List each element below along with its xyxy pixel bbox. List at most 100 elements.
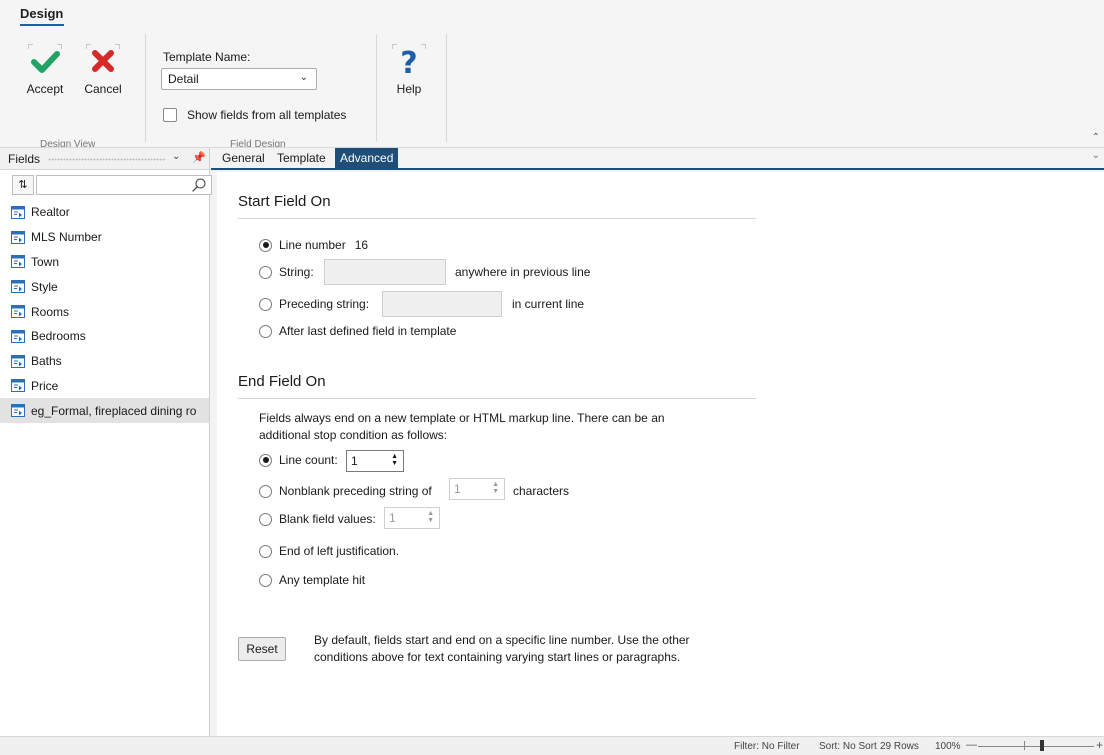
accept-button[interactable]: Accept xyxy=(22,44,68,96)
cancel-label: Cancel xyxy=(84,82,122,96)
line-number-label: Line number xyxy=(279,238,346,252)
start-string-input[interactable] xyxy=(324,259,446,285)
end-field-title: End Field On xyxy=(238,373,326,390)
preceding-suffix: in current line xyxy=(512,297,584,311)
nonblank-stepper[interactable]: 1 ▲ ▼ xyxy=(449,478,505,500)
field-list-item-label: Town xyxy=(31,254,60,269)
field-icon xyxy=(11,404,25,418)
fields-search-input[interactable] xyxy=(37,176,187,194)
show-fields-checkbox[interactable] xyxy=(163,108,177,122)
line-count-label: Line count: xyxy=(279,453,338,467)
zoom-slider[interactable] xyxy=(978,746,1094,747)
sort-fields-button[interactable]: ⇅ xyxy=(12,175,34,195)
field-icon xyxy=(11,305,25,319)
field-list-item[interactable]: Rooms xyxy=(0,299,209,324)
end-blank-option[interactable]: Blank field values: xyxy=(259,512,376,526)
show-fields-label: Show fields from all templates xyxy=(187,108,347,122)
accept-label: Accept xyxy=(26,82,64,96)
template-name-select[interactable]: Detail ⌄ xyxy=(161,68,317,90)
section-divider xyxy=(238,218,756,219)
end-nonblank-option[interactable]: Nonblank preceding string of xyxy=(259,484,432,498)
any-template-label: Any template hit xyxy=(279,573,366,587)
radio-after-last[interactable] xyxy=(259,324,272,338)
radio-preceding-string[interactable] xyxy=(259,297,272,311)
fields-pane-header: Fields ⌄ 📌 xyxy=(0,148,209,170)
reset-hint: By default, fields start and end on a sp… xyxy=(314,632,734,666)
checkmark-icon xyxy=(28,44,62,78)
ribbon-group-separator xyxy=(446,34,447,142)
string-suffix-text: anywhere in previous line xyxy=(455,265,591,279)
end-field-note-line1: Fields always end on a new template or H… xyxy=(259,411,665,425)
ribbon-group-separator xyxy=(376,34,377,142)
zoom-out-icon[interactable]: — xyxy=(966,739,977,751)
start-after-last-option[interactable]: After last defined field in template xyxy=(259,324,456,338)
search-icon[interactable] xyxy=(191,177,207,193)
fields-search-box[interactable] xyxy=(36,175,212,195)
field-list-item[interactable]: Style xyxy=(0,274,209,299)
field-list-item[interactable]: Town xyxy=(0,250,209,275)
chevron-down-icon: ⌄ xyxy=(299,72,308,83)
start-string-option[interactable]: String: xyxy=(259,265,314,279)
field-icon xyxy=(11,205,25,219)
radio-line-count[interactable] xyxy=(259,453,272,467)
fields-pane: Fields ⌄ 📌 ⇅ Realtor MLS Number Town Style R… xyxy=(0,148,212,736)
tab-template[interactable]: Template xyxy=(277,151,326,165)
field-list-item-label: Realtor xyxy=(31,205,70,220)
nonblank-suffix: characters xyxy=(513,484,569,498)
status-zoom: 100% xyxy=(935,741,961,752)
radio-any-template[interactable] xyxy=(259,573,272,587)
cancel-button[interactable]: Cancel xyxy=(80,44,126,96)
start-preceding-option[interactable]: Preceding string: xyxy=(259,297,369,311)
stepper-arrows-icon[interactable]: ▲ ▼ xyxy=(391,453,398,467)
end-line-count-option[interactable]: Line count: xyxy=(259,453,338,467)
end-any-template-option[interactable]: Any template hit xyxy=(259,573,365,587)
field-list-item[interactable]: Bedrooms xyxy=(0,324,209,349)
radio-left-justification[interactable] xyxy=(259,544,272,558)
radio-line-number[interactable] xyxy=(259,238,272,252)
ribbon-group-label-design-view: Design View xyxy=(40,139,96,147)
field-list-item[interactable]: Realtor xyxy=(0,200,209,225)
zoom-in-icon[interactable]: + xyxy=(1096,738,1103,752)
reset-button[interactable]: Reset xyxy=(238,637,286,661)
end-left-justification-option[interactable]: End of left justification. xyxy=(259,544,399,558)
field-icon xyxy=(11,230,25,244)
zoom-slider-thumb[interactable] xyxy=(1040,740,1044,751)
radio-blank-values[interactable] xyxy=(259,512,272,526)
start-line-number-option[interactable]: Line number 16 xyxy=(259,238,368,252)
field-list-item[interactable]: Price xyxy=(0,374,209,399)
field-list-item-label: MLS Number xyxy=(31,230,102,245)
pin-icon[interactable]: 📌 xyxy=(192,151,206,164)
stepper-arrows-icon[interactable]: ▲ ▼ xyxy=(427,510,434,524)
field-list: Realtor MLS Number Town Style Rooms Bedrooms B… xyxy=(0,200,209,424)
help-button[interactable]: ? Help xyxy=(388,44,430,96)
tab-general[interactable]: General xyxy=(222,151,265,165)
line-number-value: 16 xyxy=(354,238,369,252)
show-fields-checkbox-row[interactable]: Show fields from all templates xyxy=(163,108,346,122)
reset-hint-line1: By default, fields start and end on a sp… xyxy=(314,633,690,647)
line-count-stepper[interactable]: 1 ▲ ▼ xyxy=(346,450,404,472)
fields-search-row: ⇅ xyxy=(8,175,212,195)
field-list-item[interactable]: Baths xyxy=(0,349,209,374)
nonblank-label: Nonblank preceding string of xyxy=(279,484,432,498)
preceding-string-input[interactable] xyxy=(382,291,502,317)
tab-advanced[interactable]: Advanced xyxy=(335,148,399,168)
field-list-item[interactable]: MLS Number xyxy=(0,225,209,250)
field-list-item[interactable]: eg_Formal, fireplaced dining ro xyxy=(0,398,209,424)
zoom-slider-tick xyxy=(1024,741,1025,750)
chevron-down-icon[interactable]: ⌄ xyxy=(1092,150,1100,161)
status-sort: Sort: No Sort xyxy=(819,741,877,752)
stepper-arrows-icon[interactable]: ▲ ▼ xyxy=(492,481,499,495)
ribbon-tab-design[interactable]: Design xyxy=(20,6,63,21)
field-icon xyxy=(11,280,25,294)
blank-values-value: 1 xyxy=(389,511,396,525)
drag-grip[interactable] xyxy=(48,158,166,161)
radio-string[interactable] xyxy=(259,265,272,279)
end-field-note-line2: additional stop condition as follows: xyxy=(259,428,448,442)
collapse-ribbon-icon[interactable]: ⌃ xyxy=(1092,132,1100,143)
blank-values-stepper[interactable]: 1 ▲ ▼ xyxy=(384,507,440,529)
help-icon: ? xyxy=(392,44,426,81)
status-rows: 29 Rows xyxy=(880,741,919,752)
radio-nonblank[interactable] xyxy=(259,484,272,498)
fields-pane-title: Fields xyxy=(8,152,41,166)
chevron-down-icon[interactable]: ⌄ xyxy=(172,151,180,162)
